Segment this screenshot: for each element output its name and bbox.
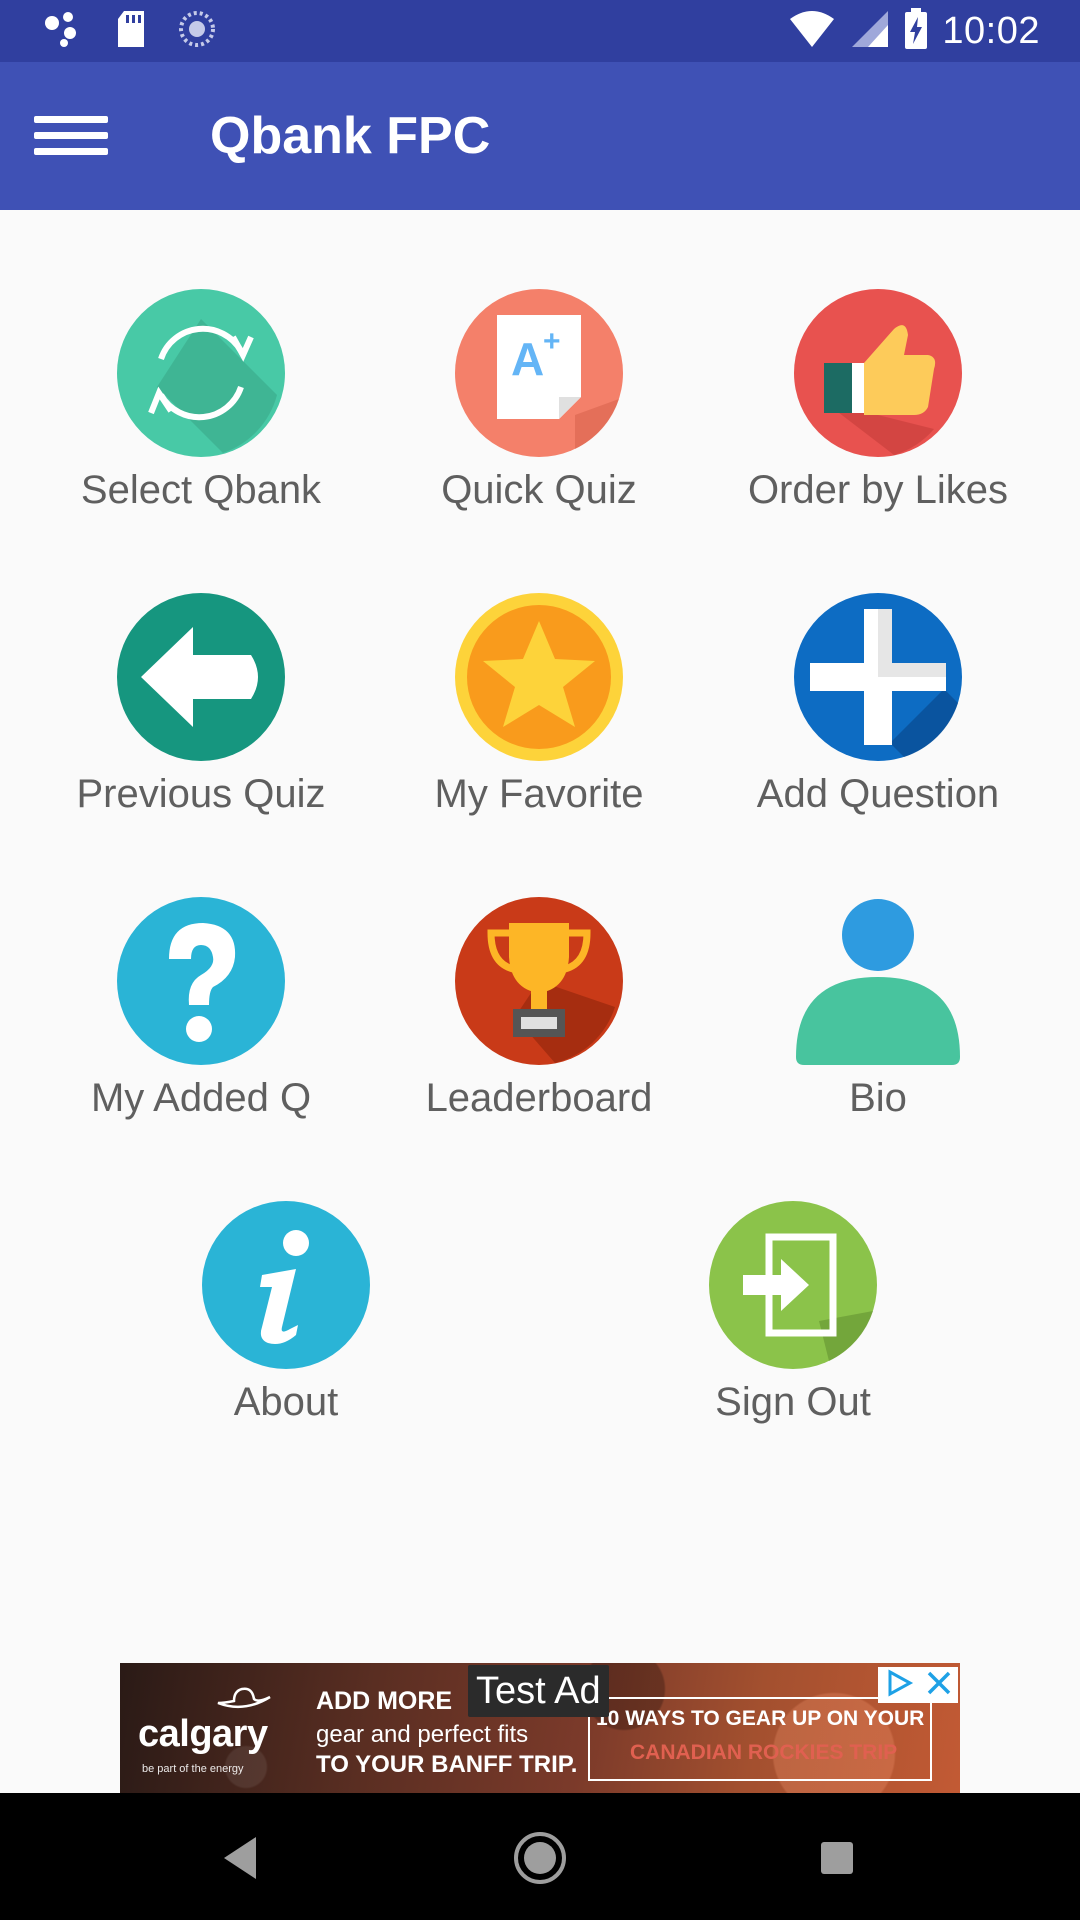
sign-out-button[interactable]: Sign Out [633, 1201, 953, 1451]
tile-label: Order by Likes [747, 468, 1009, 512]
info-icon [202, 1201, 370, 1369]
bio-button[interactable]: Bio [718, 897, 1038, 1147]
tile-label: Previous Quiz [76, 772, 326, 816]
plus-icon [794, 593, 962, 761]
ad-banner[interactable]: calgary be part of the energy ADD MORE g… [120, 1663, 960, 1793]
battery-charging-icon [904, 7, 928, 55]
clock: 10:02 [942, 9, 1040, 52]
navigation-bar [0, 1793, 1080, 1920]
add-question-button[interactable]: Add Question [718, 593, 1038, 843]
ad-cta-line2: CANADIAN ROCKIES TRIP [630, 1741, 898, 1764]
star-icon [455, 593, 623, 761]
trophy-icon [455, 897, 623, 1065]
tile-label: Add Question [756, 772, 1000, 816]
sign-out-icon [709, 1201, 877, 1369]
ad-choices[interactable] [878, 1667, 958, 1703]
page-title: Qbank FPC [210, 107, 491, 165]
previous-quiz-button[interactable]: Previous Quiz [41, 593, 361, 843]
ad-brand: calgary [138, 1713, 268, 1755]
svg-text:A: A [511, 333, 544, 385]
close-icon[interactable] [926, 1670, 952, 1701]
tile-label: Quick Quiz [441, 468, 637, 512]
tile-label: Select Qbank [80, 468, 322, 512]
order-by-likes-button[interactable]: Order by Likes [718, 289, 1038, 539]
cell-signal-icon [850, 9, 890, 54]
status-bar: 10:02 [0, 0, 1080, 62]
ad-headline: ADD MORE [316, 1687, 453, 1715]
tile-label: My Added Q [90, 1076, 312, 1120]
ad-subline: gear and perfect fits [316, 1721, 529, 1748]
sd-card-icon [114, 9, 148, 54]
tile-label: About [233, 1380, 339, 1424]
my-added-q-button[interactable]: My Added Q [41, 897, 361, 1147]
tile-label: Bio [849, 1076, 907, 1120]
ad-cta-line1: 10 WAYS TO GEAR UP ON YOUR [596, 1707, 925, 1730]
ad-choices-icon[interactable] [884, 1668, 914, 1703]
refresh-cycle-icon [117, 289, 285, 457]
arrow-left-icon [117, 593, 285, 761]
ad-brand-tagline: be part of the energy [142, 1763, 244, 1775]
hamburger-menu-icon[interactable] [28, 104, 112, 168]
question-mark-icon [117, 897, 285, 1065]
wifi-icon [788, 9, 836, 54]
my-favorite-button[interactable]: My Favorite [379, 593, 699, 843]
assistant-icon [44, 9, 84, 54]
ad-subline-2: TO YOUR BANFF TRIP. [316, 1751, 578, 1778]
user-icon [794, 897, 962, 1065]
recents-icon[interactable] [802, 1823, 872, 1893]
thumbs-up-icon [794, 289, 962, 457]
about-button[interactable]: About [126, 1201, 446, 1451]
tile-label: My Favorite [434, 772, 644, 816]
tile-label: Leaderboard [425, 1076, 653, 1120]
app-bar: Qbank FPC [0, 62, 1080, 210]
home-icon[interactable] [505, 1823, 575, 1893]
cowboy-hat-icon [214, 1683, 274, 1714]
back-icon[interactable] [206, 1823, 276, 1893]
svg-text:+: + [543, 325, 561, 358]
select-qbank-button[interactable]: Select Qbank [41, 289, 361, 539]
a-plus-document-icon: A + [455, 289, 623, 457]
leaderboard-button[interactable]: Leaderboard [379, 897, 699, 1147]
quick-quiz-button[interactable]: A + Quick Quiz [379, 289, 699, 539]
sync-spinner-icon [178, 10, 216, 53]
tile-label: Sign Out [715, 1380, 871, 1424]
test-ad-label: Test Ad [468, 1665, 609, 1717]
